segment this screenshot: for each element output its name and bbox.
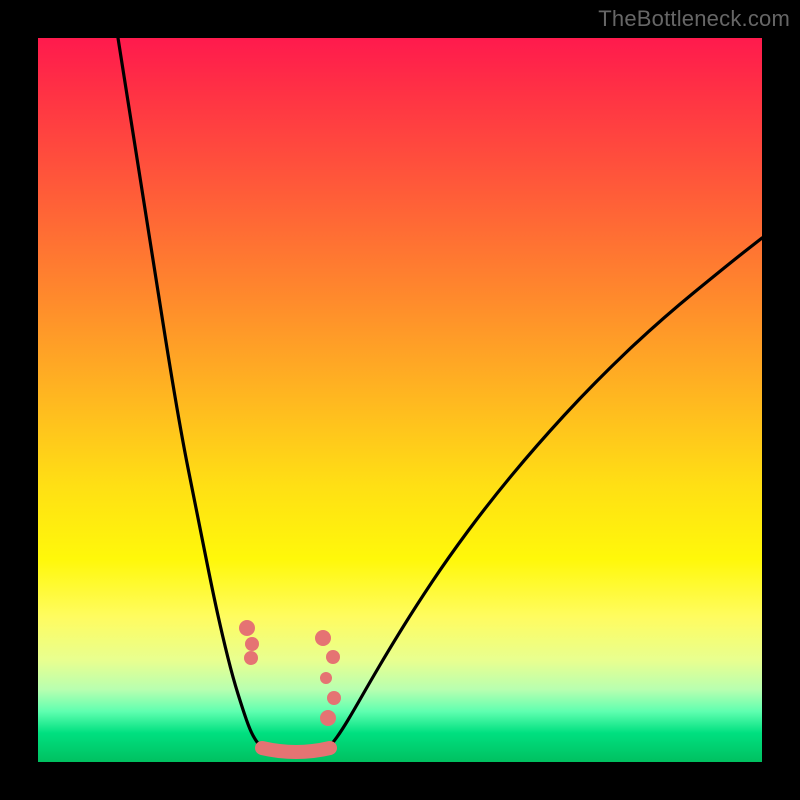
highlight-dot — [320, 710, 336, 726]
watermark-text: TheBottleneck.com — [598, 6, 790, 32]
highlight-dot — [326, 650, 340, 664]
highlight-dots — [239, 620, 341, 726]
highlight-dot — [315, 630, 331, 646]
highlight-dot — [245, 637, 259, 651]
highlight-dot — [239, 620, 255, 636]
highlight-dot — [320, 672, 332, 684]
valley-bridge — [262, 748, 330, 752]
outer-frame: TheBottleneck.com — [0, 0, 800, 800]
curve-svg — [38, 38, 762, 762]
plot-area — [38, 38, 762, 762]
curve-right — [324, 238, 762, 752]
highlight-dot — [244, 651, 258, 665]
highlight-dot — [327, 691, 341, 705]
